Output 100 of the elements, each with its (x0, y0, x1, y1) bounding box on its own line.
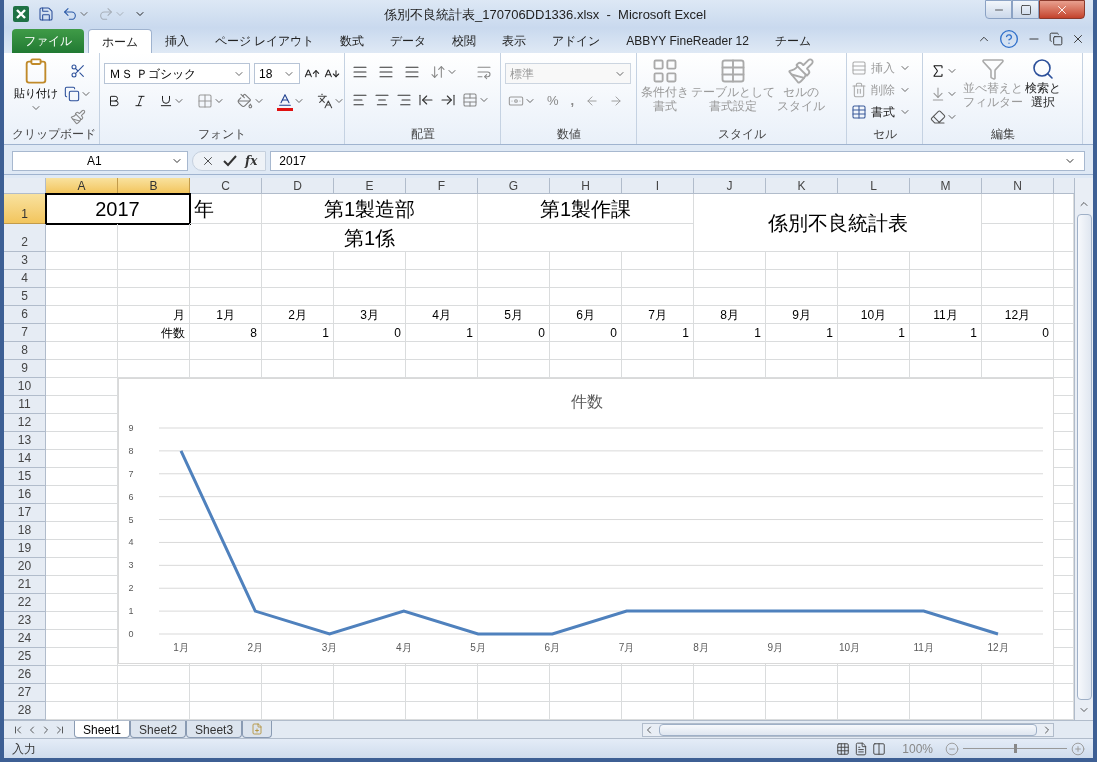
axis-label: 6月 (544, 642, 561, 653)
table-cell: 2017 (46, 194, 190, 224)
sheet-tab[interactable]: Sheet1 (74, 721, 131, 738)
row-header[interactable]: 25 (4, 648, 46, 666)
row-header[interactable]: 13 (4, 432, 46, 450)
column-header[interactable]: E (334, 178, 406, 194)
formula-field[interactable]: 2017 (270, 151, 1085, 171)
row-header[interactable]: 24 (4, 630, 46, 648)
row-header[interactable]: 10 (4, 378, 46, 396)
group-label: 編集 (989, 126, 1016, 143)
ribbon-tab[interactable]: 校閲 (439, 29, 490, 53)
table-cell: 月 (118, 306, 190, 324)
table-cell: 1月 (190, 306, 262, 324)
row-header[interactable]: 14 (4, 450, 46, 468)
zoom-level: 100% (902, 740, 933, 758)
table-cell: 5月 (478, 306, 550, 324)
font-name-field[interactable]: ＭＳ Ｐゴシック (104, 63, 250, 84)
table-cell: 2月 (262, 306, 334, 324)
group-label: 数値 (555, 126, 582, 143)
row-header[interactable]: 1 (4, 194, 46, 224)
row-header[interactable]: 7 (4, 324, 46, 342)
row-header[interactable]: 28 (4, 702, 46, 720)
row-header[interactable]: 5 (4, 288, 46, 306)
column-header[interactable]: J (694, 178, 766, 194)
row-header[interactable]: 4 (4, 270, 46, 288)
paste-button[interactable]: 貼り付け (12, 57, 59, 126)
table-cell: 9月 (766, 306, 838, 324)
column-header[interactable]: D (262, 178, 334, 194)
ribbon-tab[interactable]: データ (377, 29, 440, 53)
column-header[interactable]: B (118, 178, 190, 194)
ribbon-tab[interactable]: チーム (761, 29, 824, 53)
status-mode: 入力 (12, 740, 36, 758)
ribbon-tab[interactable]: ホーム (88, 29, 152, 53)
ribbon-tab[interactable]: 挿入 (152, 29, 202, 53)
row-header[interactable]: 27 (4, 684, 46, 702)
axis-label: 8 (128, 445, 134, 456)
table-cell: 0 (478, 324, 550, 342)
cells-button[interactable]: 書式 (851, 101, 911, 123)
axis-label: 7月 (618, 642, 635, 653)
row-header[interactable]: 23 (4, 612, 46, 630)
column-header[interactable]: L (838, 178, 910, 194)
row-header[interactable]: 21 (4, 576, 46, 594)
row-header[interactable]: 6 (4, 306, 46, 324)
row-header[interactable]: 26 (4, 666, 46, 684)
table-cell: 8月 (694, 306, 766, 324)
insert-function-button[interactable]: fx (245, 152, 258, 170)
ribbon-tab[interactable]: 数式 (327, 29, 378, 53)
table-cell: 年 (190, 194, 262, 224)
column-header[interactable]: G (478, 178, 550, 194)
ribbon-tab[interactable]: ABBYY FineReader 12 (613, 29, 762, 53)
column-header[interactable]: F (406, 178, 478, 194)
row-header[interactable]: 12 (4, 414, 46, 432)
row-header[interactable]: 15 (4, 468, 46, 486)
row-header[interactable]: 18 (4, 522, 46, 540)
column-header[interactable]: H (550, 178, 622, 194)
column-header[interactable]: I (622, 178, 694, 194)
column-header[interactable]: A (46, 178, 118, 194)
table-cell: 0 (982, 324, 1054, 342)
axis-label: 12月 (987, 642, 1009, 653)
group-label: 配置 (409, 126, 436, 143)
axis-label: 5月 (470, 642, 486, 653)
table-cell: 10月 (838, 306, 910, 324)
find-select-button[interactable]: 検索と 選択 (1025, 57, 1061, 126)
axis-label: 1 (128, 606, 134, 617)
sheet-tab[interactable]: Sheet3 (186, 721, 243, 738)
row-header[interactable]: 22 (4, 594, 46, 612)
name-box[interactable]: A1 (12, 151, 188, 171)
row-header[interactable]: 19 (4, 540, 46, 558)
group-label: フォント (197, 126, 247, 143)
column-header[interactable]: C (190, 178, 262, 194)
axis-label: 8月 (693, 642, 709, 653)
percent-button[interactable]: % (543, 91, 563, 111)
row-header[interactable]: 9 (4, 360, 46, 378)
row-header[interactable]: 2 (4, 224, 46, 252)
sheet-tab[interactable]: Sheet2 (130, 721, 187, 738)
column-header[interactable]: N (982, 178, 1054, 194)
row-header[interactable]: 17 (4, 504, 46, 522)
table-cell: 8 (190, 324, 262, 342)
ribbon-tab[interactable]: 表示 (489, 29, 540, 53)
chart-title: 件数 (571, 393, 603, 410)
axis-label: 9月 (767, 642, 783, 653)
group-label: クリップボード (10, 126, 97, 143)
table-cell: 第1製作課 (478, 194, 694, 224)
font-size-field[interactable]: 18 (254, 63, 300, 84)
ribbon-tab[interactable]: ページ レイアウト (202, 29, 328, 53)
table-cell: 件数 (118, 324, 190, 342)
row-header[interactable]: 20 (4, 558, 46, 576)
column-header[interactable]: M (910, 178, 982, 194)
row-header[interactable]: 16 (4, 486, 46, 504)
column-header[interactable]: K (766, 178, 838, 194)
table-cell: 7月 (622, 306, 694, 324)
row-header[interactable]: 8 (4, 342, 46, 360)
axis-label: 2 (128, 583, 134, 594)
file-tab[interactable]: ファイル (12, 29, 84, 53)
group-label: セル (871, 126, 898, 143)
row-header[interactable]: 11 (4, 396, 46, 414)
table-cell: 係別不良統計表 (694, 194, 982, 252)
table-cell: 1 (838, 324, 910, 342)
ribbon-tab[interactable]: アドイン (539, 29, 614, 53)
row-header[interactable]: 3 (4, 252, 46, 270)
